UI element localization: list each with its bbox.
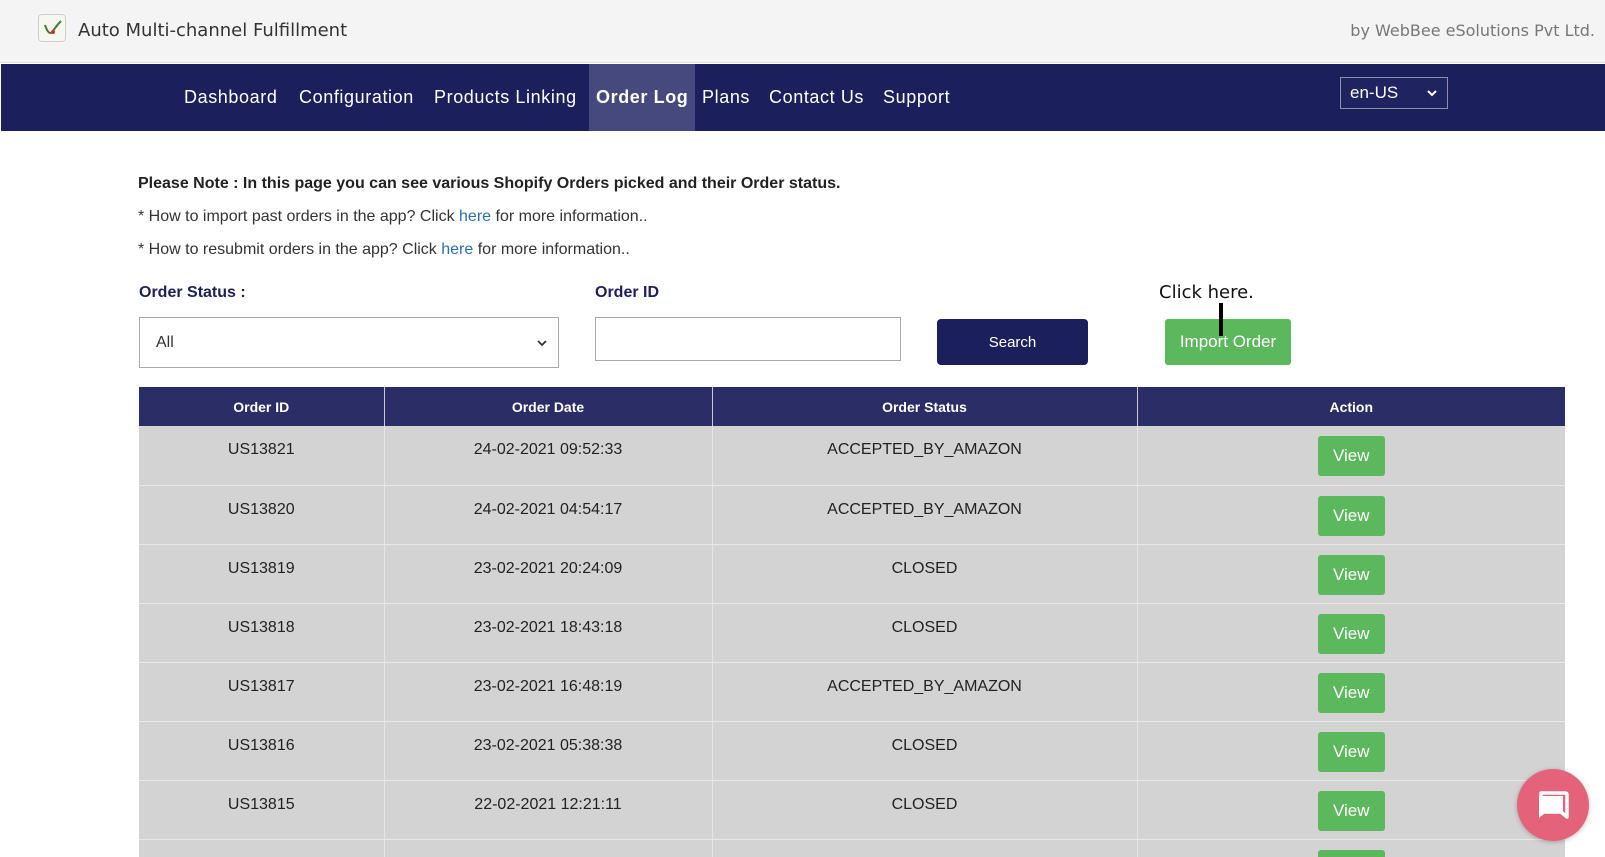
cell-order-status: ACCEPTED_BY_AMAZON	[712, 426, 1138, 486]
nav-plans[interactable]: Plans	[702, 64, 750, 131]
cell-action: View	[1137, 426, 1565, 486]
order-status-value: All	[156, 334, 174, 351]
chevron-down-icon	[1427, 90, 1437, 97]
import-help-link[interactable]: here	[459, 208, 491, 225]
view-button[interactable]	[1317, 849, 1385, 857]
cell-order-date: 23-02-2021 16:48:19	[384, 662, 713, 722]
order-id-input[interactable]	[595, 317, 901, 361]
cell-order-id: US13819	[139, 544, 385, 604]
cell-order-status: CLOSED	[712, 603, 1138, 663]
click-here-annotation: Click here.	[1159, 282, 1254, 303]
cell-order-status: CLOSED	[712, 780, 1138, 840]
app-title: Auto Multi-channel Fulfillment	[78, 20, 348, 41]
view-button[interactable]: View	[1317, 613, 1385, 654]
resubmit-help-suffix: for more information..	[473, 241, 630, 258]
language-select[interactable]: en-US	[1340, 77, 1448, 109]
view-button[interactable]: View	[1317, 495, 1385, 536]
header-order-id[interactable]: Order ID	[139, 387, 385, 426]
annotation-pointer	[1219, 303, 1223, 336]
nav-order-log[interactable]: Order Log	[589, 64, 696, 131]
view-button[interactable]: View	[1317, 672, 1385, 713]
import-order-button[interactable]: Import Order	[1165, 319, 1291, 365]
view-button[interactable]: View	[1317, 790, 1385, 831]
search-button[interactable]: Search	[937, 319, 1088, 365]
resubmit-help-link[interactable]: here	[441, 241, 473, 258]
cell-order-status: CLOSED	[712, 544, 1138, 604]
header-action: Action	[1137, 387, 1565, 426]
import-help-suffix: for more information..	[491, 208, 648, 225]
view-button[interactable]: View	[1317, 554, 1385, 595]
vendor-credit: by WebBee eSolutions Pvt Ltd.	[1350, 21, 1595, 40]
resubmit-help-note: * How to resubmit orders in the app? Cli…	[138, 241, 630, 259]
table-row: US13819 23-02-2021 20:24:09 CLOSED View	[139, 544, 1565, 604]
nav-contact-us[interactable]: Contact Us	[769, 64, 864, 131]
chat-icon	[1539, 791, 1569, 819]
nav-configuration[interactable]: Configuration	[299, 64, 414, 131]
table-row: US13817 23-02-2021 16:48:19 ACCEPTED_BY_…	[139, 662, 1565, 722]
order-log-table: Order ID Order Date Order Status Action …	[139, 387, 1565, 857]
cell-order-id: US13820	[139, 485, 385, 545]
header-order-date[interactable]: Order Date	[384, 387, 713, 426]
cell-action	[1137, 839, 1565, 857]
nav-dashboard[interactable]: Dashboard	[184, 64, 277, 131]
cell-action: View	[1137, 780, 1565, 840]
cell-order-id: US13816	[139, 721, 385, 781]
chevron-down-icon	[537, 340, 547, 347]
cell-order-id: US13821	[139, 426, 385, 486]
nav-support[interactable]: Support	[883, 64, 950, 131]
cell-action: View	[1137, 603, 1565, 663]
header-order-status[interactable]: Order Status	[712, 387, 1138, 426]
import-help-text: * How to import past orders in the app? …	[138, 208, 460, 225]
cell-order-status: ACCEPTED_BY_AMAZON	[712, 662, 1138, 722]
table-row: US13816 23-02-2021 05:38:38 CLOSED View	[139, 721, 1565, 781]
cell-order-id: US13817	[139, 662, 385, 722]
nav-products-linking[interactable]: Products Linking	[434, 64, 577, 131]
chat-widget-button[interactable]	[1517, 769, 1589, 841]
cell-order-status: ACCEPTED_BY_AMAZON	[712, 485, 1138, 545]
cell-order-date	[384, 839, 713, 857]
order-status-label: Order Status :	[139, 284, 246, 301]
cell-order-date: 24-02-2021 09:52:33	[384, 426, 713, 486]
table-row: US13818 23-02-2021 18:43:18 CLOSED View	[139, 603, 1565, 663]
cell-action: View	[1137, 485, 1565, 545]
cell-order-status	[712, 839, 1138, 857]
order-status-select[interactable]: All	[139, 317, 559, 368]
table-row: US13821 24-02-2021 09:52:33 ACCEPTED_BY_…	[139, 426, 1565, 486]
cell-action: View	[1137, 662, 1565, 722]
table-header-row: Order ID Order Date Order Status Action	[139, 387, 1565, 426]
cell-order-date: 22-02-2021 12:21:11	[384, 780, 713, 840]
cell-order-date: 24-02-2021 04:54:17	[384, 485, 713, 545]
table-row: US13815 22-02-2021 12:21:11 CLOSED View	[139, 780, 1565, 840]
cell-order-date: 23-02-2021 20:24:09	[384, 544, 713, 604]
page-note-text: Please Note : In this page you can see v…	[138, 175, 841, 192]
page-note: Please Note : In this page you can see v…	[138, 175, 840, 193]
table-row: US13820 24-02-2021 04:54:17 ACCEPTED_BY_…	[139, 485, 1565, 545]
cell-order-id: US13815	[139, 780, 385, 840]
app-header: Auto Multi-channel Fulfillment by WebBee…	[0, 0, 1605, 63]
cell-order-date: 23-02-2021 05:38:38	[384, 721, 713, 781]
cell-order-date: 23-02-2021 18:43:18	[384, 603, 713, 663]
cell-order-id: US13818	[139, 603, 385, 663]
table-row-partial	[139, 839, 1565, 857]
import-help-note: * How to import past orders in the app? …	[138, 208, 648, 226]
cell-action: View	[1137, 721, 1565, 781]
language-value: en-US	[1350, 83, 1399, 102]
cell-order-id	[139, 839, 385, 857]
view-button[interactable]: View	[1317, 731, 1385, 772]
order-id-label: Order ID	[595, 284, 660, 301]
view-button[interactable]: View	[1317, 436, 1385, 476]
app-logo-icon	[38, 14, 66, 42]
cell-order-status: CLOSED	[712, 721, 1138, 781]
resubmit-help-text: * How to resubmit orders in the app? Cli…	[138, 241, 442, 258]
cell-action: View	[1137, 544, 1565, 604]
main-nav: Dashboard Configuration Products Linking…	[1, 64, 1605, 131]
